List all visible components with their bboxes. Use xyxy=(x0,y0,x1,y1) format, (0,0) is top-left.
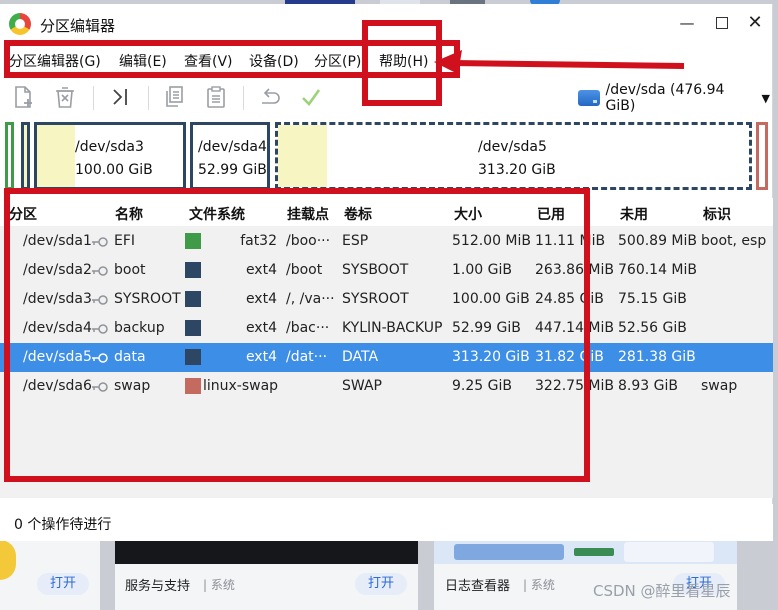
app-icon xyxy=(9,13,31,35)
maximize-button[interactable] xyxy=(713,14,731,32)
partition-block-size: 313.20 GiB xyxy=(478,162,556,178)
status-bar: 0 个操作待进行 xyxy=(0,504,773,541)
window-title: 分区编辑器 xyxy=(40,17,116,35)
partition-block-size: 100.00 GiB xyxy=(75,162,153,178)
app-card-category: | 系统 xyxy=(523,578,555,592)
app-card-title: 服务与支持 xyxy=(125,579,191,594)
annotation-box-table xyxy=(4,188,590,482)
delete-partition-icon[interactable] xyxy=(51,83,79,111)
partition-block-name: /dev/sda4 xyxy=(198,139,267,155)
copy-icon[interactable] xyxy=(161,83,189,111)
partition-map: /dev/sda3 100.00 GiB /dev/sda4 52.99 GiB… xyxy=(0,122,773,192)
used-space-fill xyxy=(37,125,75,187)
toolbar-separator xyxy=(148,86,149,110)
app-card-preview xyxy=(434,540,737,564)
minimize-button[interactable]: — xyxy=(678,14,696,32)
partition-block-sda3[interactable]: /dev/sda3 100.00 GiB xyxy=(34,122,186,190)
open-button[interactable]: 打开 xyxy=(37,573,89,595)
pending-operations-status: 0 个操作待进行 xyxy=(14,517,112,533)
partition-block-name: /dev/sda5 xyxy=(478,139,547,155)
undo-icon[interactable] xyxy=(256,83,284,111)
app-card-preview xyxy=(115,540,418,564)
cell-unused: 500.89 MiB xyxy=(618,233,698,249)
partition-block-sda5[interactable]: /dev/sda5 313.20 GiB xyxy=(275,122,752,190)
cell-unused: 281.38 GiB xyxy=(618,349,696,365)
column-header[interactable]: 未用 xyxy=(620,204,648,224)
cell-unused: 760.14 MiB xyxy=(618,262,698,278)
device-selector[interactable]: /dev/sda (476.94 GiB) ▼ xyxy=(578,82,770,114)
partition-block-sda1[interactable] xyxy=(5,122,14,190)
app-card-title: 日志查看器 xyxy=(445,579,511,594)
partition-block-sda6[interactable] xyxy=(756,122,768,190)
partition-block-name: /dev/sda3 xyxy=(75,139,144,155)
app-card-category: | 系统 xyxy=(203,578,235,592)
apply-icon[interactable] xyxy=(297,83,325,111)
disk-icon xyxy=(578,90,600,106)
device-label: /dev/sda (476.94 GiB) xyxy=(605,82,725,114)
toolbar-separator xyxy=(93,86,94,110)
resize-move-icon[interactable] xyxy=(106,83,134,111)
used-space-fill xyxy=(278,125,327,187)
cell-unused: 8.93 GiB xyxy=(618,378,678,394)
cell-unused: 52.56 GiB xyxy=(618,320,687,336)
partition-block-sda2[interactable] xyxy=(21,122,30,190)
chevron-down-icon: ▼ xyxy=(761,91,770,105)
annotation-arrow xyxy=(434,50,685,74)
column-header[interactable]: 标识 xyxy=(703,204,731,224)
watermark: CSDN @醉里看星辰 xyxy=(593,582,731,600)
annotation-box-help xyxy=(362,20,442,106)
maximize-icon xyxy=(716,17,728,29)
close-button[interactable]: ✕ xyxy=(746,14,764,32)
open-button[interactable]: 打开 xyxy=(355,573,407,595)
new-partition-icon[interactable] xyxy=(10,83,38,111)
cell-flags: swap xyxy=(701,378,738,394)
cell-unused: 75.15 GiB xyxy=(618,291,687,307)
paste-icon[interactable] xyxy=(202,83,230,111)
partition-block-sda4[interactable]: /dev/sda4 52.99 GiB xyxy=(190,122,270,190)
toolbar-separator xyxy=(243,86,244,110)
partition-block-size: 52.99 GiB xyxy=(198,162,267,178)
cell-flags: boot, esp xyxy=(701,233,767,249)
